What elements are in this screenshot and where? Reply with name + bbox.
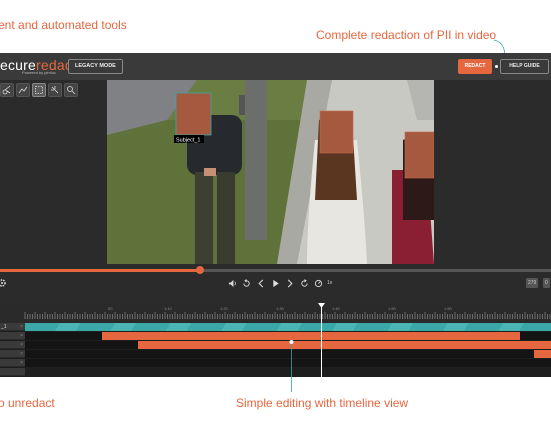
track-label-3: × — [0, 341, 25, 349]
prev-frame-icon[interactable] — [255, 276, 267, 290]
track-row-4[interactable]: × — [0, 350, 551, 358]
help-guide-button[interactable]: HELP GUIDE — [500, 59, 549, 74]
track-label-1: _1 × — [0, 323, 25, 331]
track-label-5: × — [0, 359, 25, 367]
ruler-tick-label: 1:30 — [276, 306, 285, 311]
track-row-1[interactable]: _1 × — [0, 323, 551, 331]
select-box-icon[interactable] — [32, 83, 46, 97]
playback-speed[interactable]: 1x — [327, 280, 332, 286]
subject-label: Subject_1 — [176, 138, 200, 144]
app-window: ecureredact Powered by pimloc LEGACY MOD… — [0, 53, 551, 377]
track-row-5[interactable]: × — [0, 359, 551, 367]
logo-subtitle: Powered by pimloc — [22, 70, 56, 75]
track-row-6 — [0, 368, 551, 376]
track-segment-4[interactable] — [534, 350, 551, 358]
leader-dot — [495, 65, 498, 68]
callout-leader-bottom — [289, 340, 294, 392]
track-segment-1[interactable] — [25, 323, 551, 331]
timeline[interactable]: 00 1:10 1:20 1:30 1:40 1:50 1:60 _1 × × × × — [0, 303, 551, 377]
ruler-tick-label: 00 — [108, 306, 113, 311]
track-row-3[interactable]: × — [0, 341, 551, 349]
progress-knob[interactable] — [196, 266, 204, 274]
timeline-ruler: 00 1:10 1:20 1:30 1:40 1:50 1:60 — [0, 303, 551, 323]
path-tool-icon[interactable] — [16, 83, 30, 97]
track-label-6 — [0, 368, 25, 376]
player-controls: 1x 279 0 — [0, 276, 551, 292]
progress-fill — [0, 269, 200, 272]
ruler-tick-label: 1:50 — [388, 306, 397, 311]
track-row-2[interactable]: × — [0, 332, 551, 340]
track-tool-icon[interactable] — [48, 83, 62, 97]
cut-tool-icon[interactable] — [0, 83, 14, 97]
settings-icon[interactable] — [0, 276, 8, 290]
rewind-icon[interactable] — [240, 276, 252, 290]
top-bar: ecureredact Powered by pimloc LEGACY MOD… — [0, 53, 551, 80]
frame-number[interactable]: 279 — [526, 278, 539, 288]
ruler-tick-label: 1:40 — [332, 306, 341, 311]
redact-button[interactable]: REDACT — [458, 59, 492, 74]
ruler-tick-label: 1:10 — [164, 306, 173, 311]
callout-timeline-editing: Simple editing with timeline view — [236, 396, 409, 410]
track-label-2: × — [0, 332, 25, 340]
page: ent and automated tools Complete redacti… — [0, 0, 551, 431]
callout-automated-tools: ent and automated tools — [0, 18, 127, 32]
frame-extra: 0 — [543, 278, 550, 288]
forward-icon[interactable] — [298, 276, 310, 290]
speed-icon[interactable] — [312, 276, 324, 290]
track-label-4: × — [0, 350, 25, 358]
playhead[interactable] — [321, 303, 322, 377]
ruler-tick-label: 1:60 — [444, 306, 453, 311]
callout-complete-redaction: Complete redaction of PII in video — [316, 28, 497, 42]
track-segment-3[interactable] — [138, 341, 551, 349]
track-segment-2[interactable] — [102, 332, 520, 340]
legacy-mode-button[interactable]: LEGACY MODE — [68, 59, 123, 74]
play-icon[interactable] — [270, 276, 282, 290]
next-frame-icon[interactable] — [284, 276, 296, 290]
video-frame[interactable]: Subject_1 — [107, 80, 434, 264]
ruler-tick-label: 1:20 — [220, 306, 229, 311]
zoom-icon[interactable] — [64, 83, 78, 97]
callout-unredact: o unredact — [0, 396, 55, 410]
volume-icon[interactable] — [226, 276, 238, 290]
tool-palette — [0, 83, 78, 97]
